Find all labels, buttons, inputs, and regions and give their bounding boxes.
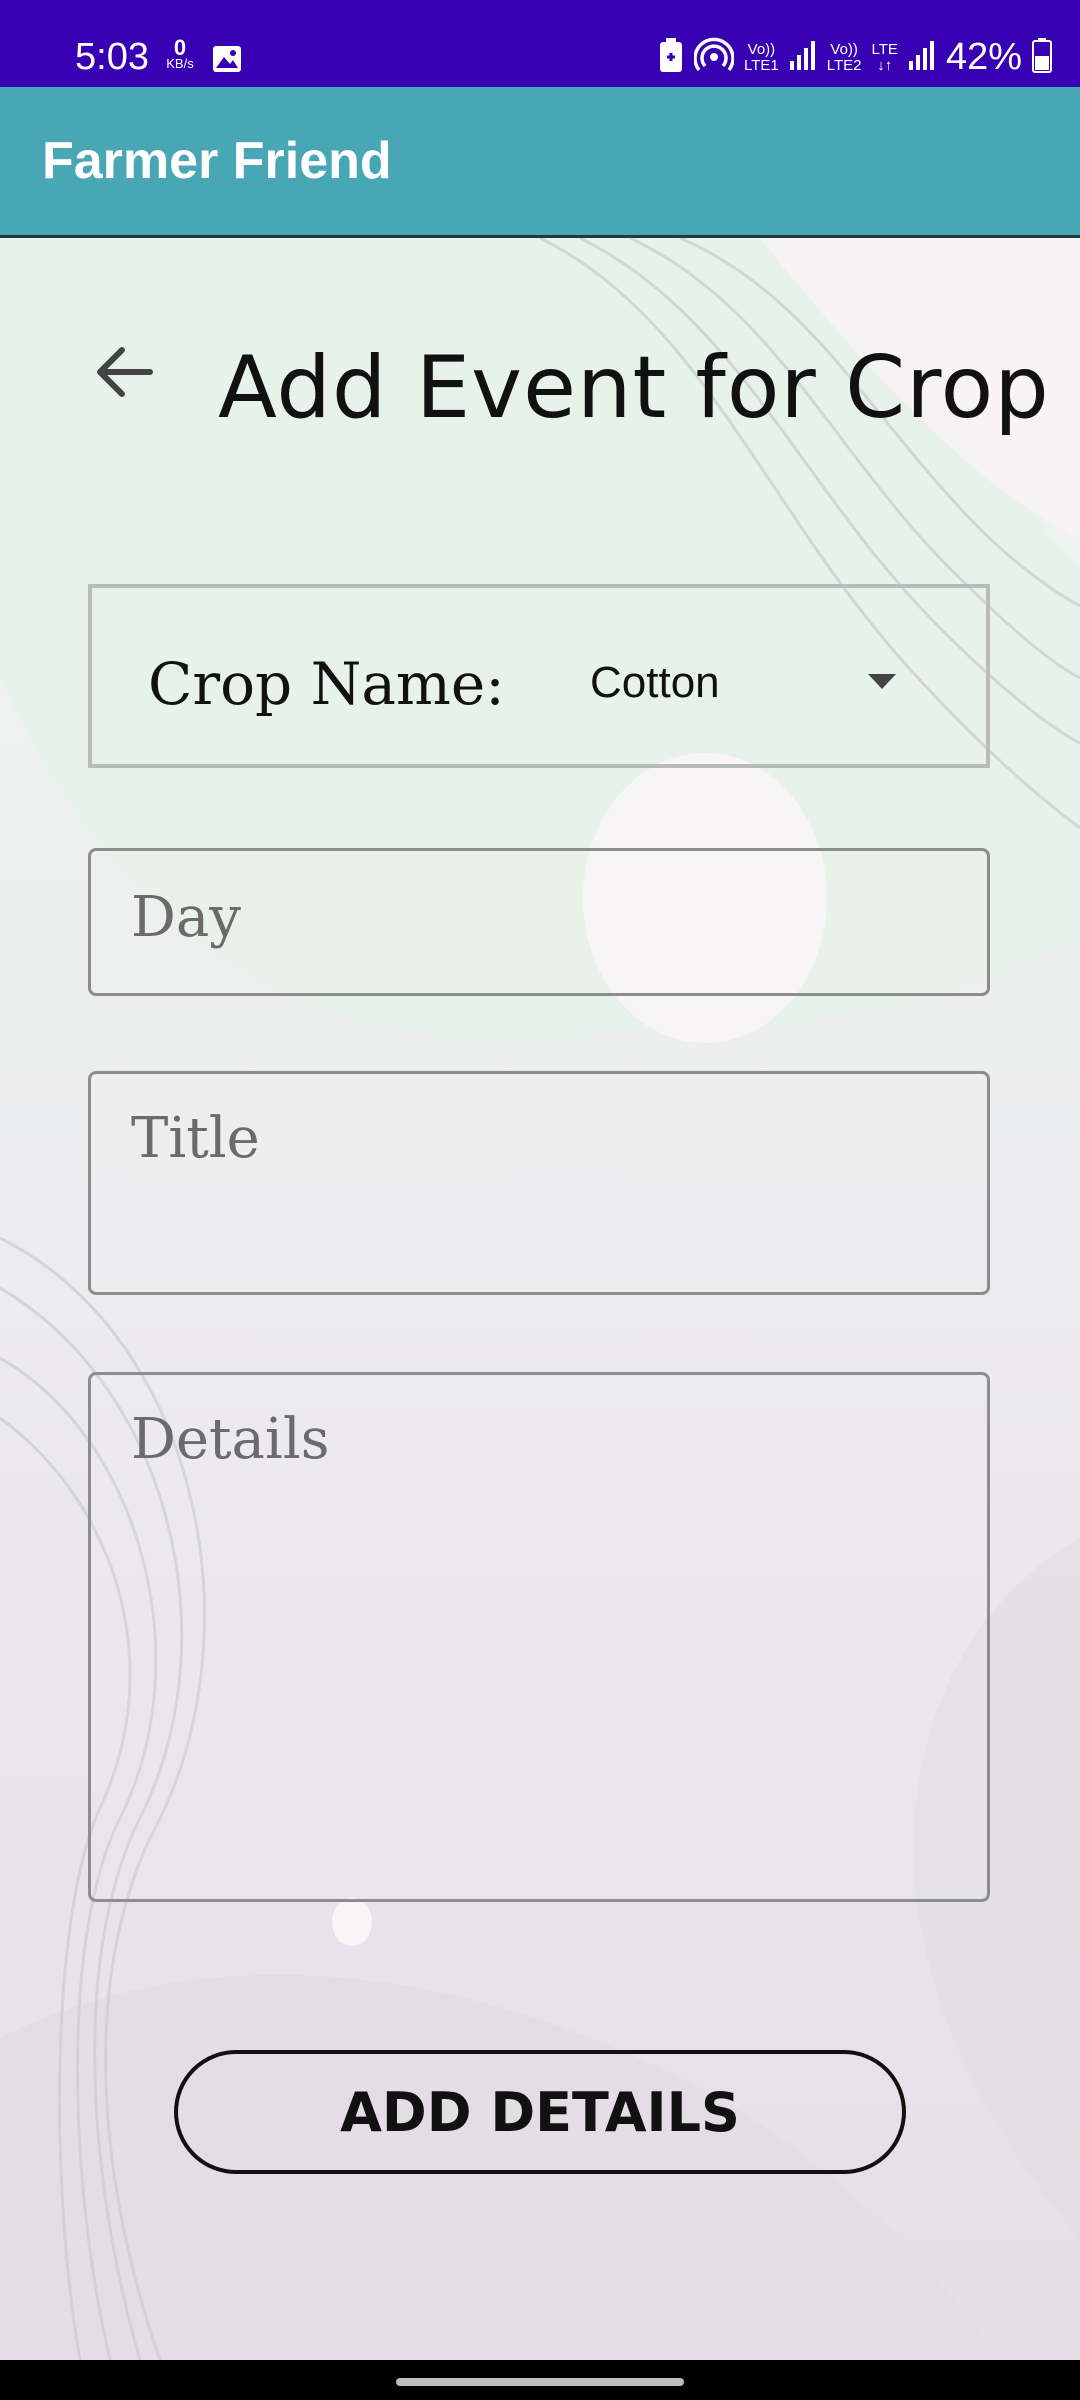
sim1-label: Vo)) LTE1 bbox=[744, 40, 779, 74]
sim1-lte: LTE1 bbox=[744, 56, 779, 74]
title-input[interactable]: Title bbox=[88, 1071, 990, 1295]
data-speed-value: 0 bbox=[173, 35, 187, 60]
status-bar: 5:03 0 KB/s Vo)) LTE1 Vo)) LTE2 LTE ↓↑ 4… bbox=[0, 0, 1080, 87]
crop-selector[interactable]: Crop Name: Cotton bbox=[88, 584, 990, 768]
sim2-lte: LTE2 bbox=[826, 56, 862, 74]
status-time: 5:03 bbox=[75, 36, 149, 78]
arrow-left-icon[interactable] bbox=[92, 340, 156, 404]
sim2-volte: Vo)) bbox=[830, 40, 858, 58]
app-title: Farmer Friend bbox=[42, 132, 392, 190]
background-decoration bbox=[0, 238, 1080, 2360]
data-speed-unit: KB/s bbox=[166, 56, 194, 71]
gallery-icon bbox=[212, 45, 242, 78]
data-speed: 0 KB/s bbox=[160, 35, 200, 72]
navigation-bar bbox=[0, 2360, 1080, 2400]
main-content: Add Event for Crop Crop Name: Cotton Day… bbox=[0, 238, 1080, 2360]
page-title: Add Event for Crop bbox=[218, 338, 1050, 438]
title-placeholder: Title bbox=[131, 1106, 260, 1171]
day-input[interactable]: Day bbox=[88, 848, 990, 996]
battery-percent: 42% bbox=[945, 36, 1022, 78]
home-indicator[interactable] bbox=[396, 2378, 684, 2386]
status-icons: Vo)) LTE1 Vo)) LTE2 LTE ↓↑ 42% bbox=[658, 36, 1052, 79]
battery-icon bbox=[1032, 37, 1052, 78]
chevron-down-icon[interactable] bbox=[868, 674, 896, 694]
lte-label: LTE ↓↑ bbox=[871, 40, 898, 74]
app-bar: Farmer Friend bbox=[0, 87, 1080, 238]
lte-text: LTE bbox=[871, 40, 898, 58]
signal-icon bbox=[908, 39, 936, 76]
battery-saver-icon bbox=[658, 37, 684, 78]
details-input[interactable]: Details bbox=[88, 1372, 990, 1902]
data-arrows-icon: ↓↑ bbox=[877, 56, 893, 74]
sim1-volte: Vo)) bbox=[747, 40, 776, 58]
signal-icon bbox=[789, 39, 817, 76]
details-placeholder: Details bbox=[131, 1407, 330, 1472]
sim2-label: Vo)) LTE2 bbox=[826, 40, 862, 74]
crop-name-label: Crop Name: bbox=[148, 650, 505, 718]
hotspot-icon bbox=[693, 37, 735, 78]
crop-selected-value[interactable]: Cotton bbox=[590, 658, 720, 708]
day-placeholder: Day bbox=[131, 885, 241, 950]
add-details-button[interactable]: ADD DETAILS bbox=[174, 2050, 906, 2174]
